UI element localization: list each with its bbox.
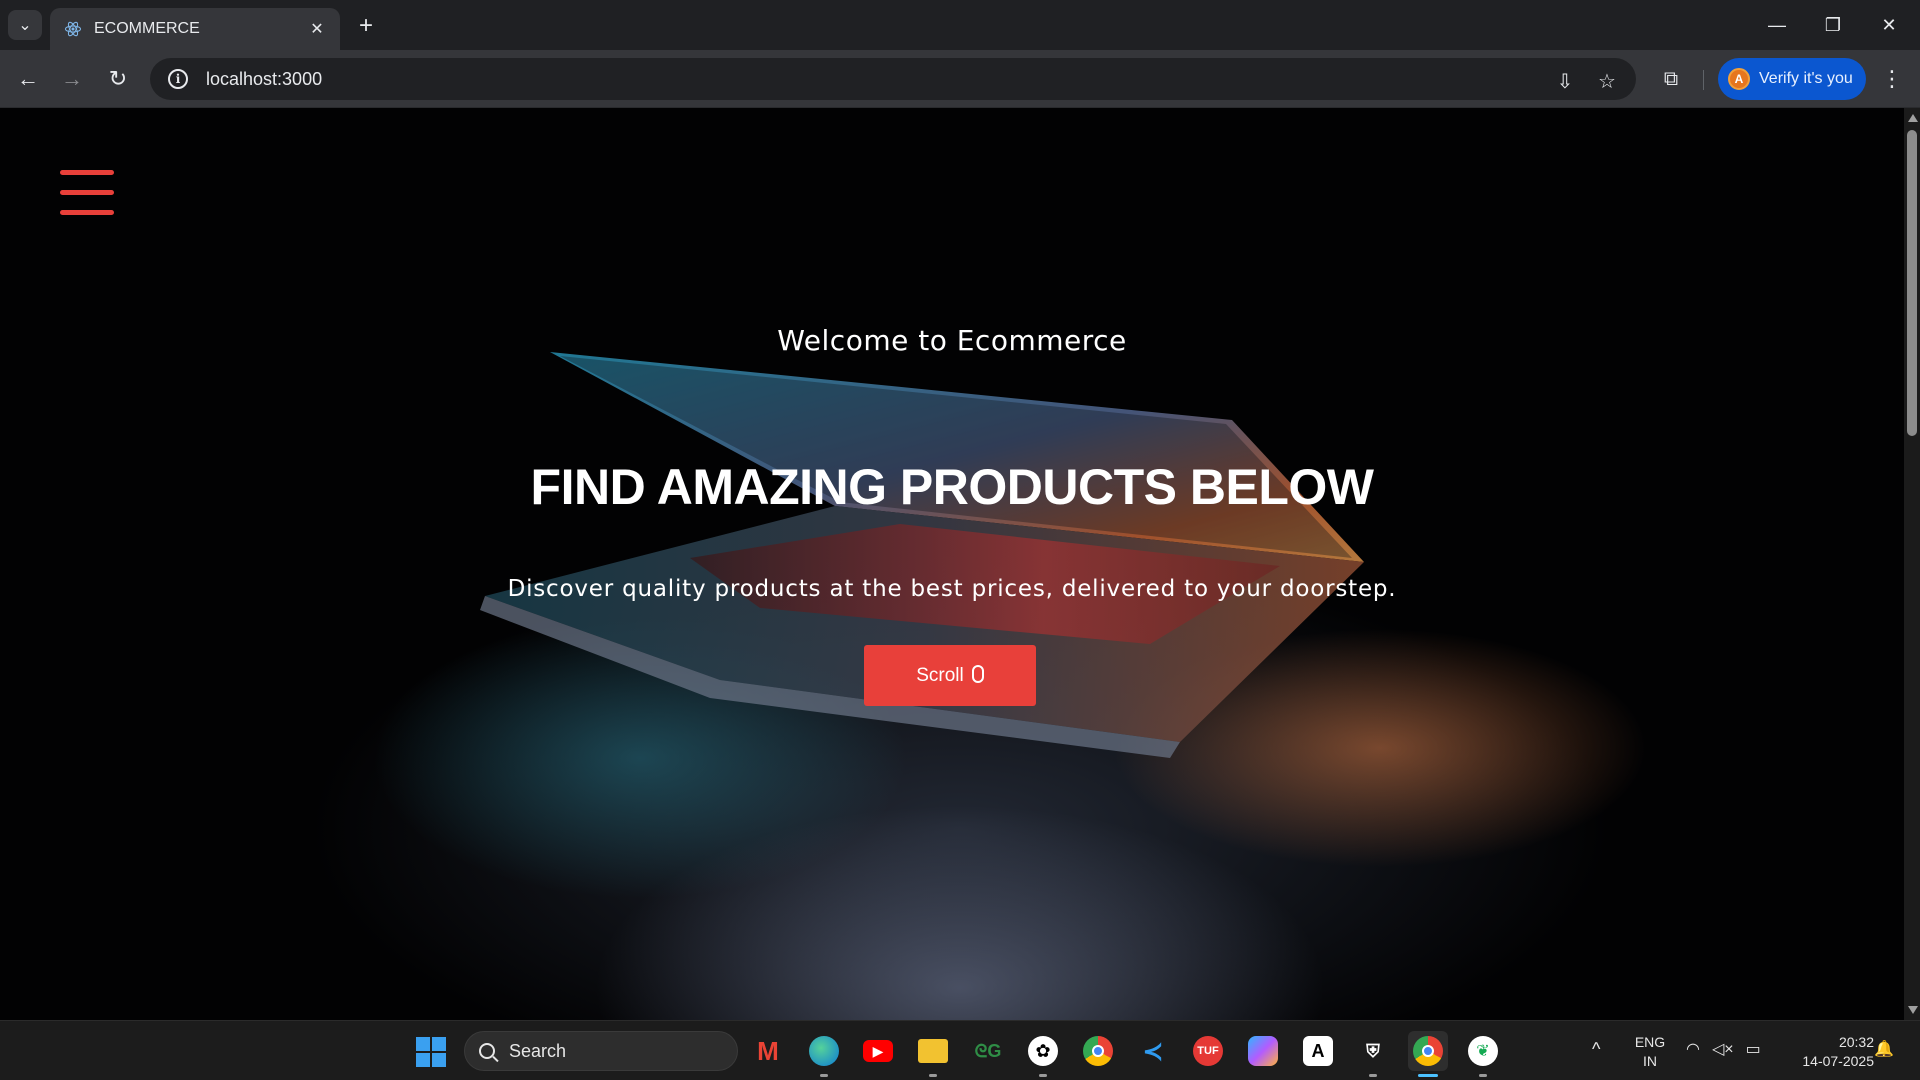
close-window-icon[interactable]: ✕ xyxy=(1864,8,1914,42)
windows-start-icon[interactable] xyxy=(416,1037,446,1067)
mouse-icon xyxy=(971,664,984,683)
browser-tab-active[interactable]: ECOMMERCE ✕ xyxy=(50,8,340,50)
scroll-down-icon[interactable] xyxy=(1908,1006,1918,1014)
verify-label: Verify it's you xyxy=(1759,70,1853,87)
chrome-active-icon[interactable] xyxy=(1408,1031,1448,1077)
minimize-icon[interactable]: — xyxy=(1752,8,1802,42)
address-bar[interactable]: i localhost:3000 ⇩ ☆ xyxy=(150,58,1636,100)
tray-overflow-icon[interactable]: ^ xyxy=(1592,1039,1600,1060)
system-tray[interactable]: ◠ ◁× ▭ xyxy=(1686,1039,1761,1059)
hero-section: Welcome to Ecommerce FIND AMAZING PRODUC… xyxy=(0,108,1904,1020)
geeksforgeeks-icon[interactable]: ᘓG xyxy=(968,1031,1008,1071)
copilot-icon[interactable] xyxy=(1243,1031,1283,1071)
scroll-button[interactable]: Scroll xyxy=(864,645,1036,706)
page-scrollbar[interactable] xyxy=(1904,108,1920,1020)
edge-icon[interactable] xyxy=(804,1031,844,1077)
install-app-icon[interactable]: ⇩ xyxy=(1550,66,1580,96)
taskbar-search-box[interactable]: Search xyxy=(464,1031,738,1071)
gmail-icon[interactable]: M xyxy=(748,1031,788,1071)
notification-icon[interactable]: 🔔 xyxy=(1874,1039,1894,1059)
language-line2: IN xyxy=(1643,1053,1657,1069)
volume-muted-icon[interactable]: ◁× xyxy=(1712,1039,1734,1059)
clock-date: 14-07-2025 xyxy=(1802,1053,1874,1069)
tuf-icon[interactable]: TUF xyxy=(1188,1031,1228,1071)
browser-menu-icon[interactable]: ⋮ xyxy=(1880,63,1904,95)
new-tab-icon[interactable]: + xyxy=(352,12,380,40)
scroll-up-icon[interactable] xyxy=(1908,114,1918,122)
wifi-icon[interactable]: ◠ xyxy=(1686,1039,1700,1059)
toolbar-divider xyxy=(1703,70,1704,90)
page-viewport: Welcome to Ecommerce FIND AMAZING PRODUC… xyxy=(0,108,1904,1020)
chrome-icon[interactable] xyxy=(1078,1031,1118,1071)
tab-title: ECOMMERCE xyxy=(94,20,200,37)
tab-close-icon[interactable]: ✕ xyxy=(306,18,328,40)
youtube-icon[interactable]: ▶ xyxy=(858,1031,898,1071)
hero-subtitle: Discover quality products at the best pr… xyxy=(507,576,1397,602)
app-icon[interactable]: ⛨ xyxy=(1353,1031,1393,1077)
url-text: localhost:3000 xyxy=(206,68,323,89)
browser-toolbar: ← → ↻ i localhost:3000 ⇩ ☆ ⧉ A Verify it… xyxy=(0,50,1920,108)
mongodb-icon[interactable]: ❦ xyxy=(1463,1031,1503,1077)
clock-time: 20:32 xyxy=(1838,1034,1874,1050)
verify-profile-button[interactable]: A Verify it's you xyxy=(1718,58,1866,100)
forward-icon[interactable]: → xyxy=(56,63,88,95)
language-indicator[interactable]: ENG IN xyxy=(1630,1033,1670,1071)
vscode-icon[interactable]: ≺ xyxy=(1133,1031,1173,1071)
site-info-icon[interactable]: i xyxy=(168,69,188,89)
windows-taskbar: Search M ▶ ᘓG ✿ ≺ TUF A ⛨ ❦ ^ ENG IN ◠ ◁… xyxy=(0,1020,1920,1080)
extensions-icon[interactable]: ⧉ xyxy=(1656,64,1686,94)
hero-headline: FIND AMAZING PRODUCTS BELOW xyxy=(530,459,1374,515)
back-icon[interactable]: ← xyxy=(12,63,44,95)
browser-tab-bar: ⌄ ECOMMERCE ✕ + — ❐ ✕ xyxy=(0,0,1920,50)
bookmark-star-icon[interactable]: ☆ xyxy=(1592,66,1622,96)
chatgpt-icon[interactable]: ✿ xyxy=(1023,1031,1063,1077)
tab-search-button[interactable]: ⌄ xyxy=(8,10,42,40)
language-line1: ENG xyxy=(1634,1034,1666,1050)
battery-icon[interactable]: ▭ xyxy=(1746,1039,1761,1059)
file-explorer-icon[interactable] xyxy=(913,1031,953,1077)
react-favicon-icon xyxy=(64,21,82,37)
profile-avatar: A xyxy=(1728,68,1750,90)
scrollbar-thumb[interactable] xyxy=(1907,130,1917,436)
taskbar-search-label: Search xyxy=(509,1040,567,1061)
clock[interactable]: 20:32 14-07-2025 xyxy=(1780,1033,1874,1071)
scroll-button-label: Scroll xyxy=(916,664,964,686)
adobe-icon[interactable]: A xyxy=(1298,1031,1338,1071)
screen: ⌄ ECOMMERCE ✕ + — ❐ ✕ ← → ↻ i localhost:… xyxy=(0,0,1920,1080)
reload-icon[interactable]: ↻ xyxy=(102,63,134,95)
hero-welcome-text: Welcome to Ecommerce xyxy=(777,324,1127,357)
search-icon xyxy=(479,1043,495,1059)
restore-icon[interactable]: ❐ xyxy=(1808,8,1858,42)
